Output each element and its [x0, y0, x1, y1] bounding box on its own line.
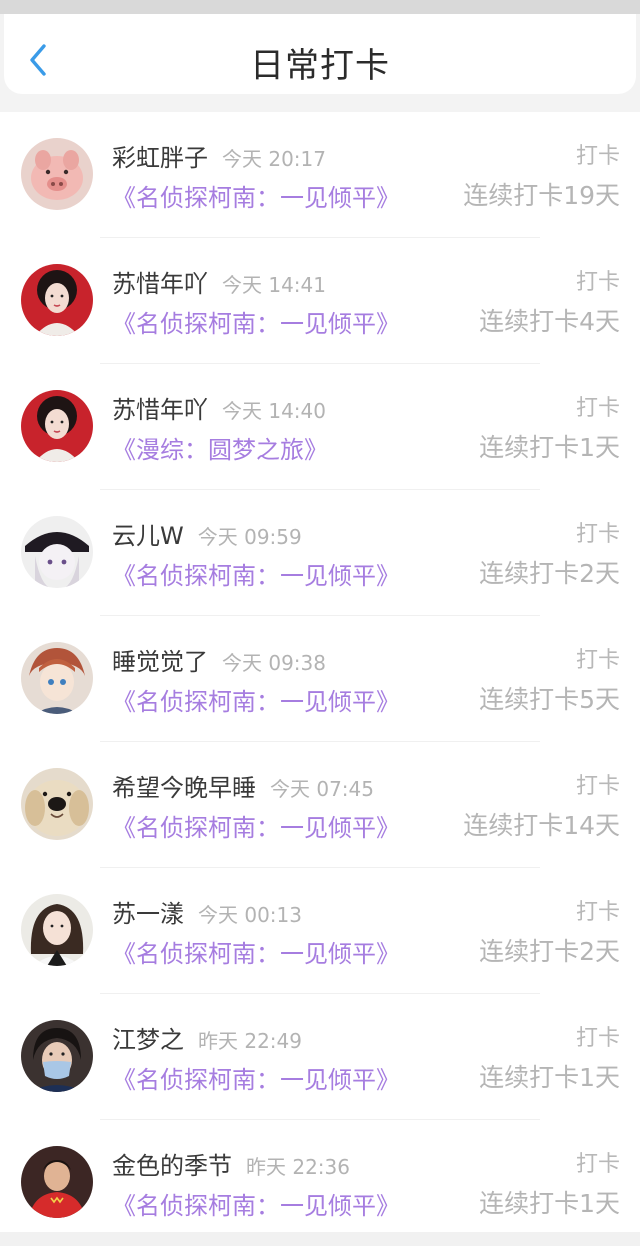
entry-header: 金色的季节 昨天 22:36 — [112, 1146, 350, 1181]
timestamp: 昨天 22:36 — [246, 1155, 350, 1179]
checkin-tag[interactable]: 打卡 — [576, 1020, 620, 1052]
username[interactable]: 江梦之 — [112, 1026, 184, 1054]
checkin-list: 彩虹胖子 今天 20:17 打卡 《名侦探柯南：一见倾平》 连续打卡19天 苏惜年… — [0, 112, 640, 1232]
username[interactable]: 云儿W — [112, 522, 184, 550]
avatar[interactable] — [21, 138, 93, 210]
pig-avatar — [21, 138, 93, 210]
username[interactable]: 苏一漾 — [112, 900, 184, 928]
timestamp: 今天 09:59 — [197, 525, 302, 549]
book-link[interactable]: 《名侦探柯南：一见倾平》 — [112, 556, 400, 591]
avatar[interactable] — [21, 264, 93, 336]
username[interactable]: 希望今晚早睡 — [112, 774, 256, 802]
avatar[interactable] — [21, 516, 93, 588]
mask-avatar — [21, 1020, 93, 1092]
book-link[interactable]: 《名侦探柯南：一见倾平》 — [112, 1060, 400, 1095]
checkin-tag[interactable]: 打卡 — [576, 138, 620, 170]
entry-header: 睡觉觉了 今天 09:38 — [112, 642, 326, 677]
avatar[interactable] — [21, 1020, 93, 1092]
list-item[interactable]: 苏一漾 今天 00:13 打卡 《名侦探柯南：一见倾平》 连续打卡2天 — [0, 868, 640, 994]
streak-count: 连续打卡1天 — [479, 1063, 620, 1092]
avatar[interactable] — [21, 390, 93, 462]
checkin-tag[interactable]: 打卡 — [576, 894, 620, 926]
woman-red-avatar — [21, 390, 93, 462]
book-link[interactable]: 《名侦探柯南：一见倾平》 — [112, 304, 400, 339]
streak-count: 连续打卡1天 — [479, 1189, 620, 1218]
anime-hat-avatar — [21, 516, 93, 588]
entry-header: 希望今晚早睡 今天 07:45 — [112, 768, 374, 803]
timestamp: 今天 07:45 — [270, 777, 374, 801]
book-link[interactable]: 《名侦探柯南：一见倾平》 — [112, 1186, 400, 1221]
streak-count: 连续打卡4天 — [479, 307, 620, 336]
checkin-tag[interactable]: 打卡 — [576, 1146, 620, 1178]
list-item[interactable]: 希望今晚早睡 今天 07:45 打卡 《名侦探柯南：一见倾平》 连续打卡14天 — [0, 742, 640, 868]
timestamp: 今天 20:17 — [222, 147, 326, 171]
anime-boy-avatar — [21, 642, 93, 714]
dog-avatar — [21, 768, 93, 840]
header-card: 日常打卡 — [4, 14, 636, 94]
list-item[interactable]: 苏惜年吖 今天 14:41 打卡 《名侦探柯南：一见倾平》 连续打卡4天 — [0, 238, 640, 364]
entry-header: 苏一漾 今天 00:13 — [112, 894, 302, 929]
athlete-avatar — [21, 1146, 93, 1218]
girl-avatar — [21, 894, 93, 966]
username[interactable]: 苏惜年吖 — [112, 270, 208, 298]
timestamp: 昨天 22:49 — [198, 1029, 302, 1053]
book-link[interactable]: 《名侦探柯南：一见倾平》 — [112, 808, 400, 843]
list-item[interactable]: 苏惜年吖 今天 14:40 打卡 《漫综：圆梦之旅》 连续打卡1天 — [0, 364, 640, 490]
username[interactable]: 彩虹胖子 — [112, 144, 208, 172]
avatar[interactable] — [21, 768, 93, 840]
entry-header: 江梦之 昨天 22:49 — [112, 1020, 302, 1055]
entry-header: 彩虹胖子 今天 20:17 — [112, 138, 326, 173]
timestamp: 今天 14:41 — [222, 273, 326, 297]
entry-header: 云儿W 今天 09:59 — [112, 516, 302, 551]
list-item[interactable]: 彩虹胖子 今天 20:17 打卡 《名侦探柯南：一见倾平》 连续打卡19天 — [0, 112, 640, 238]
book-link[interactable]: 《名侦探柯南：一见倾平》 — [112, 682, 400, 717]
username[interactable]: 苏惜年吖 — [112, 396, 208, 424]
book-link[interactable]: 《名侦探柯南：一见倾平》 — [112, 178, 400, 213]
checkin-tag[interactable]: 打卡 — [576, 264, 620, 296]
streak-count: 连续打卡1天 — [479, 433, 620, 462]
timestamp: 今天 00:13 — [198, 903, 302, 927]
page-title: 日常打卡 — [250, 46, 390, 86]
timestamp: 今天 09:38 — [222, 651, 326, 675]
woman-red-avatar — [21, 264, 93, 336]
streak-count: 连续打卡14天 — [463, 811, 620, 840]
avatar[interactable] — [21, 1146, 93, 1218]
username[interactable]: 金色的季节 — [112, 1152, 232, 1180]
streak-count: 连续打卡2天 — [479, 559, 620, 588]
checkin-tag[interactable]: 打卡 — [576, 516, 620, 548]
entry-header: 苏惜年吖 今天 14:40 — [112, 390, 326, 425]
list-item[interactable]: 睡觉觉了 今天 09:38 打卡 《名侦探柯南：一见倾平》 连续打卡5天 — [0, 616, 640, 742]
avatar[interactable] — [21, 894, 93, 966]
entry-header: 苏惜年吖 今天 14:41 — [112, 264, 326, 299]
checkin-tag[interactable]: 打卡 — [576, 768, 620, 800]
streak-count: 连续打卡2天 — [479, 937, 620, 966]
book-link[interactable]: 《漫综：圆梦之旅》 — [112, 430, 328, 465]
book-link[interactable]: 《名侦探柯南：一见倾平》 — [112, 934, 400, 969]
username[interactable]: 睡觉觉了 — [112, 648, 208, 676]
timestamp: 今天 14:40 — [222, 399, 326, 423]
checkin-tag[interactable]: 打卡 — [576, 642, 620, 674]
streak-count: 连续打卡5天 — [479, 685, 620, 714]
list-item[interactable]: 云儿W 今天 09:59 打卡 《名侦探柯南：一见倾平》 连续打卡2天 — [0, 490, 640, 616]
list-item[interactable]: 江梦之 昨天 22:49 打卡 《名侦探柯南：一见倾平》 连续打卡1天 — [0, 994, 640, 1120]
app-header: 日常打卡 — [0, 14, 640, 112]
checkin-tag[interactable]: 打卡 — [576, 390, 620, 422]
avatar[interactable] — [21, 642, 93, 714]
status-bar-strip — [0, 0, 640, 14]
streak-count: 连续打卡19天 — [463, 181, 620, 210]
list-item[interactable]: 金色的季节 昨天 22:36 打卡 《名侦探柯南：一见倾平》 连续打卡1天 — [0, 1120, 640, 1246]
